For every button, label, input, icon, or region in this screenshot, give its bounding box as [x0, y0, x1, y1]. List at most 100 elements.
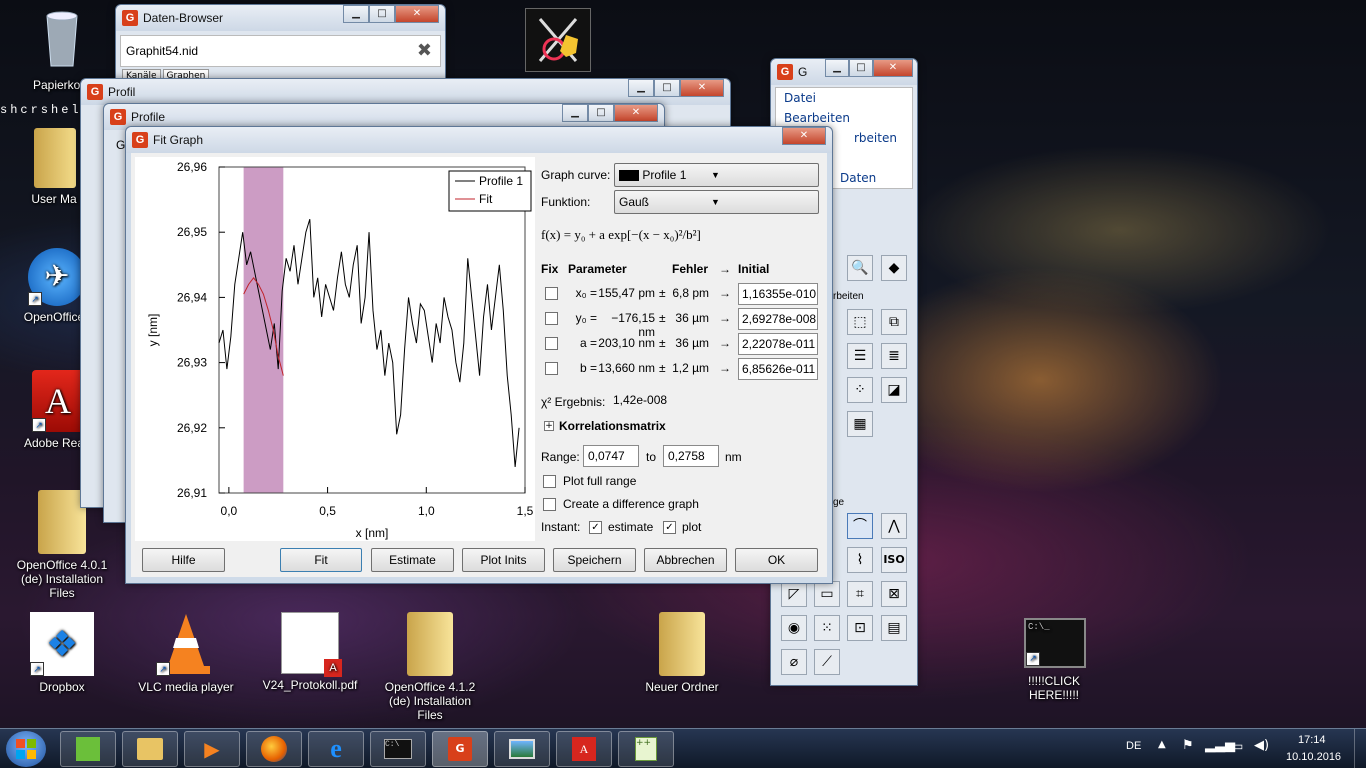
fit-button[interactable]: Fit: [280, 548, 362, 572]
level-icon[interactable]: ≣: [881, 343, 907, 369]
fit-graph-titlebar[interactable]: G Fit Graph: [126, 127, 832, 153]
desktop-icon-dropbox[interactable]: ❖ ↗ Dropbox: [12, 612, 112, 694]
maximize-button[interactable]: □: [588, 104, 614, 122]
taskbar-gwyddion[interactable]: G: [432, 731, 488, 767]
range-from-input[interactable]: [583, 445, 639, 467]
iso-icon[interactable]: ISO: [881, 547, 907, 573]
desktop-icon-vlc[interactable]: ↗ VLC media player: [136, 612, 236, 694]
mask-icon[interactable]: ◉: [781, 615, 807, 641]
battery-icon[interactable]: ▭: [1232, 739, 1243, 753]
plot-full-range-checkbox[interactable]: [543, 475, 556, 488]
curve-icon[interactable]: ⌇: [847, 547, 873, 573]
desktop-icon-gwyddion[interactable]: [525, 8, 591, 72]
taskbar-adobe[interactable]: A: [556, 731, 612, 767]
rows-icon[interactable]: ☰: [847, 343, 873, 369]
desktop-icon-papierkorb[interactable]: Papierkorb: [12, 6, 112, 92]
crop-icon[interactable]: ⬚: [847, 309, 873, 335]
firefox-icon: [261, 736, 287, 762]
zoom-icon[interactable]: 🔍: [847, 255, 873, 281]
menu-bearbeiten[interactable]: Bearbeiten: [776, 108, 912, 128]
scatter-icon[interactable]: ⁙: [814, 615, 840, 641]
taskbar-media-player[interactable]: ▶: [184, 731, 240, 767]
view-3d-icon[interactable]: ◆: [881, 255, 907, 281]
line-tool-icon[interactable]: ⟋: [814, 649, 840, 675]
param-plusminus: ±: [659, 286, 666, 300]
estimate-checkbox[interactable]: ✓: [589, 521, 602, 534]
speichern-button[interactable]: Speichern: [553, 548, 636, 572]
graph-fit-icon[interactable]: ⌒: [847, 513, 873, 539]
probe-icon[interactable]: ⌀: [781, 649, 807, 675]
desktop-icon-click-here[interactable]: C:\_ ↗ !!!!!CLICK HERE!!!!!: [1004, 618, 1104, 702]
flag-icon[interactable]: ⚑: [1182, 738, 1194, 753]
taskbar-firefox[interactable]: [246, 731, 302, 767]
maximize-button[interactable]: □: [849, 59, 873, 77]
start-button[interactable]: [6, 731, 46, 767]
grain-icon[interactable]: ▦: [847, 411, 873, 437]
minimize-button[interactable]: ▁: [343, 5, 369, 23]
maximize-button[interactable]: □: [654, 79, 680, 97]
initial-value-input[interactable]: [738, 308, 818, 330]
select-icon[interactable]: ⊡: [847, 615, 873, 641]
peaks-icon[interactable]: ⋀: [881, 513, 907, 539]
hilfe-button[interactable]: Hilfe: [142, 548, 225, 572]
desktop-icon-neuer-ordner[interactable]: Neuer Ordner: [632, 612, 732, 694]
close-button[interactable]: ✕: [680, 79, 724, 97]
param-value: 155,47 pm: [598, 286, 655, 300]
gradient-icon[interactable]: ◪: [881, 377, 907, 403]
show-desktop-button[interactable]: [1354, 729, 1366, 768]
minimize-button[interactable]: ▁: [825, 59, 849, 77]
estimate-button[interactable]: Estimate: [371, 548, 454, 572]
plot-checkbox[interactable]: ✓: [663, 521, 676, 534]
close-file-icon[interactable]: ✖: [417, 40, 432, 61]
expand-plus-icon[interactable]: +: [544, 421, 554, 431]
close-button[interactable]: ✕: [395, 5, 439, 23]
fix-checkbox[interactable]: [545, 287, 558, 300]
plot-inits-button[interactable]: Plot Inits: [462, 548, 545, 572]
fix-checkbox[interactable]: [545, 337, 558, 350]
gwyddion-app-icon: G: [87, 84, 103, 100]
abbrechen-button[interactable]: Abbrechen: [644, 548, 727, 572]
graph-curve-select[interactable]: Profile 1 ▼: [614, 163, 819, 187]
close-button[interactable]: ✕: [614, 104, 658, 122]
range-to-input[interactable]: [663, 445, 719, 467]
language-indicator[interactable]: DE: [1126, 740, 1141, 752]
show-hidden-icons-icon[interactable]: ▲: [1158, 739, 1166, 750]
korrelationsmatrix-toggle[interactable]: Korrelationsmatrix: [559, 419, 666, 433]
difference-graph-checkbox[interactable]: [543, 498, 556, 511]
dots-icon[interactable]: ⁘: [847, 377, 873, 403]
tool-b-icon[interactable]: ▭: [814, 581, 840, 607]
network-icon[interactable]: ▂▃▅: [1205, 738, 1235, 753]
delete-area-icon[interactable]: ⊠: [881, 581, 907, 607]
taskbar-photo-viewer[interactable]: [494, 731, 550, 767]
crop-tool-icon[interactable]: ⌗: [847, 581, 873, 607]
taskbar-console[interactable]: C:\: [370, 731, 426, 767]
fix-checkbox[interactable]: [545, 312, 558, 325]
dropbox-icon: ❖ ↗: [30, 612, 94, 676]
close-button[interactable]: ✕: [873, 59, 913, 77]
desktop-icon-openoffice-412[interactable]: OpenOffice 4.1.2 (de) Installation Files: [380, 612, 480, 722]
clock-date[interactable]: 10.10.2016: [1286, 751, 1341, 763]
tool-a-icon[interactable]: ◸: [781, 581, 807, 607]
clock-time[interactable]: 17:14: [1298, 734, 1326, 746]
close-button[interactable]: ✕: [782, 127, 826, 145]
initial-value-input[interactable]: [738, 283, 818, 305]
initial-value-input[interactable]: [738, 333, 818, 355]
desktop-icon-v24[interactable]: A V24_Protokoll.pdf: [260, 612, 360, 692]
taskbar-ie[interactable]: e: [308, 731, 364, 767]
taskbar-explorer[interactable]: [122, 731, 178, 767]
ok-button[interactable]: OK: [735, 548, 818, 572]
param-arrow: →: [719, 336, 731, 350]
funktion-select[interactable]: Gauß ▼: [614, 190, 819, 214]
menu-datei[interactable]: Datei: [776, 88, 912, 108]
initial-value-input[interactable]: [738, 358, 818, 380]
minimize-button[interactable]: ▁: [562, 104, 588, 122]
param-value: 13,660 nm: [598, 361, 655, 375]
stack-icon[interactable]: ⧉: [881, 309, 907, 335]
maximize-button[interactable]: □: [369, 5, 395, 23]
fix-checkbox[interactable]: [545, 362, 558, 375]
taskbar-app-1[interactable]: [60, 731, 116, 767]
minimize-button[interactable]: ▁: [628, 79, 654, 97]
volume-icon[interactable]: ◀): [1254, 738, 1269, 753]
colorbar-icon[interactable]: ▤: [881, 615, 907, 641]
taskbar-notepad[interactable]: ++: [618, 731, 674, 767]
